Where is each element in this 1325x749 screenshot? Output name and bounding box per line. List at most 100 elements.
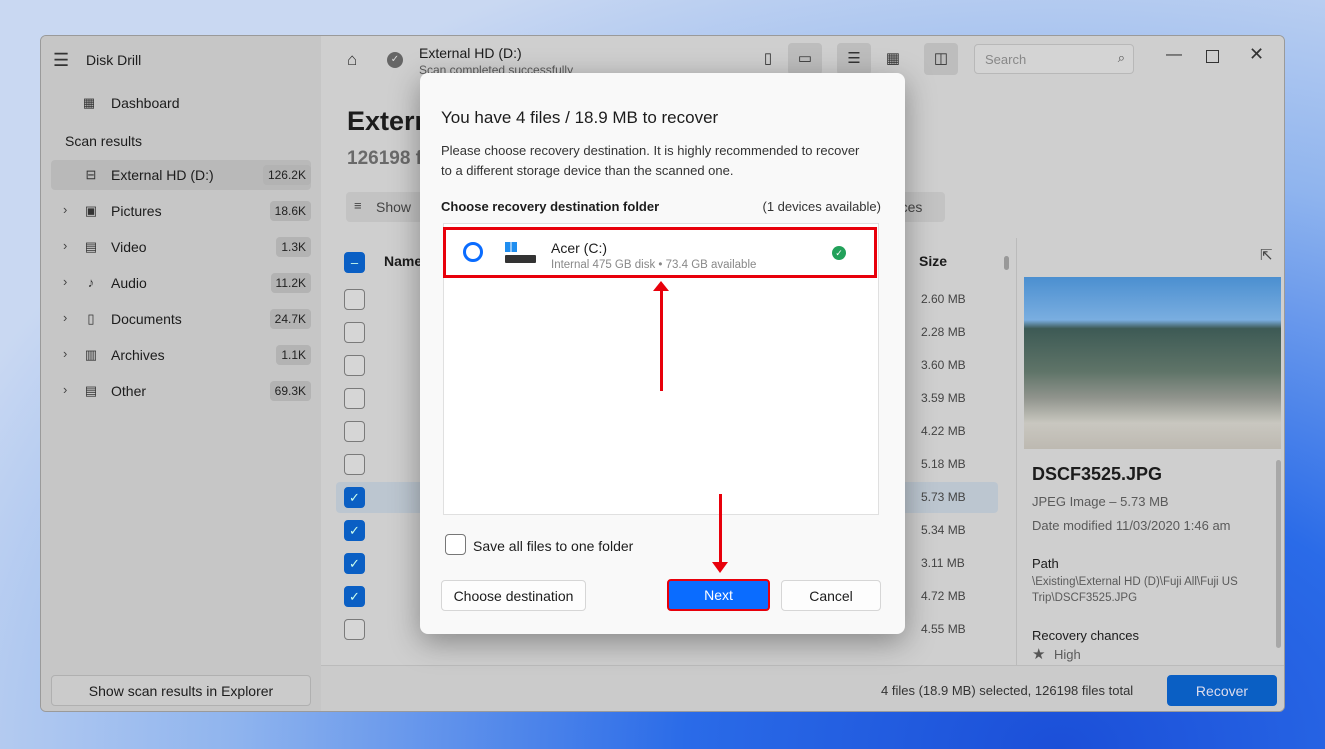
file-count: 126198 f: [347, 148, 423, 169]
row-checkbox[interactable]: [344, 355, 365, 376]
sidebar-item-pictures[interactable]: › ▣ Pictures 18.6K: [51, 196, 311, 226]
row-size: 5.34 MB: [921, 523, 966, 537]
chevron-right-icon[interactable]: ›: [63, 274, 67, 289]
arrow-down-icon: [712, 562, 728, 573]
preview-image: [1024, 277, 1281, 449]
preview-path: \Existing\External HD (D)\Fuji All\Fuji …: [1032, 576, 1238, 604]
row-size: 4.55 MB: [921, 622, 966, 636]
preview-panel-icon[interactable]: ◫: [924, 43, 958, 75]
preview-type: JPEG Image – 5.73 MB: [1032, 494, 1169, 509]
device-item-acer-c[interactable]: Acer (C:) Internal 475 GB disk • 73.4 GB…: [443, 227, 877, 278]
check-circle-icon: ✓: [387, 52, 403, 68]
drive-icon: ⊟: [85, 167, 97, 182]
sidebar-item-external-hd[interactable]: ⊟ External HD (D:) 126.2K: [51, 160, 311, 190]
film-icon: ▤: [84, 239, 98, 254]
search-input[interactable]: Search ⌕: [974, 44, 1134, 74]
row-size: 2.28 MB: [921, 325, 966, 339]
dialog-title: You have 4 files / 18.9 MB to recover: [441, 108, 719, 127]
column-size[interactable]: Size: [919, 253, 947, 269]
row-checkbox[interactable]: [344, 289, 365, 310]
search-icon: ⌕: [1117, 50, 1125, 65]
scrollbar[interactable]: [1004, 256, 1009, 270]
row-size: 3.60 MB: [921, 358, 966, 372]
home-icon[interactable]: ⌂: [347, 50, 357, 70]
choose-destination-button[interactable]: Choose destination: [441, 580, 586, 611]
sidebar-item-other[interactable]: › ▤ Other 69.3K: [51, 376, 311, 406]
select-all-checkbox[interactable]: –: [344, 252, 365, 273]
show-in-explorer-button[interactable]: Show scan results in Explorer: [51, 675, 311, 706]
sidebar-item-video[interactable]: › ▤ Video 1.3K: [51, 232, 311, 262]
recover-button[interactable]: Recover: [1167, 675, 1277, 706]
sidebar-item-documents[interactable]: › ▯ Documents 24.7K: [51, 304, 311, 334]
row-checkbox[interactable]: [344, 388, 365, 409]
list-view-icon[interactable]: ☰: [837, 43, 871, 75]
file-icon: ▤: [84, 383, 98, 398]
scan-results-heading: Scan results: [65, 133, 143, 149]
maximize-button[interactable]: [1206, 50, 1219, 63]
radio-button[interactable]: [463, 242, 483, 262]
music-icon: ♪: [87, 275, 95, 290]
row-checkbox[interactable]: ✓: [344, 586, 365, 607]
folder-view-icon[interactable]: ▭: [788, 43, 822, 75]
cancel-button[interactable]: Cancel: [781, 580, 881, 611]
sidebar: ☰ Disk Drill ▦ Dashboard Scan results ⊟ …: [41, 36, 321, 711]
column-name[interactable]: Name: [384, 253, 422, 269]
grid-icon: ▦: [82, 95, 96, 110]
dialog-description: Please choose recovery destination. It i…: [441, 143, 860, 178]
recovery-dialog: You have 4 files / 18.9 MB to recover Pl…: [420, 73, 905, 634]
row-checkbox[interactable]: ✓: [344, 487, 365, 508]
menu-icon[interactable]: ☰: [53, 50, 69, 71]
selection-status: 4 files (18.9 MB) selected, 126198 files…: [881, 683, 1134, 698]
row-checkbox[interactable]: ✓: [344, 553, 365, 574]
drive-name: External HD (D:): [419, 45, 522, 61]
star-icon: ★: [1032, 646, 1046, 663]
path-label: Path: [1032, 556, 1059, 571]
devices-count: (1 devices available): [762, 199, 881, 214]
preview-scrollbar[interactable]: [1276, 460, 1281, 648]
chevron-right-icon[interactable]: ›: [63, 346, 67, 361]
chevron-right-icon[interactable]: ›: [63, 382, 67, 397]
chances-label: Recovery chances: [1032, 628, 1139, 643]
sliders-icon: ≡: [354, 198, 362, 213]
save-one-folder-checkbox[interactable]: [445, 534, 466, 555]
arrow-up-icon: [653, 281, 669, 291]
arrow-annotation: [660, 285, 663, 391]
row-checkbox[interactable]: ✓: [344, 520, 365, 541]
grid-view-icon[interactable]: ▦: [876, 43, 910, 75]
device-info: Internal 475 GB disk • 73.4 GB available: [551, 259, 757, 271]
row-size: 5.73 MB: [921, 490, 966, 504]
chances-value: High: [1054, 647, 1081, 662]
close-button[interactable]: ✕: [1249, 44, 1264, 65]
chevron-right-icon[interactable]: ›: [63, 202, 67, 217]
windows-icon: [505, 242, 517, 252]
row-checkbox[interactable]: [344, 454, 365, 475]
preview-filename: DSCF3525.JPG: [1032, 464, 1163, 484]
destination-heading: Choose recovery destination folder: [441, 199, 660, 214]
chevron-right-icon[interactable]: ›: [63, 238, 67, 253]
app-title: Disk Drill: [86, 52, 142, 68]
preview-modified: Date modified 11/03/2020 1:46 am: [1032, 518, 1231, 533]
preview-panel: ⇱ DSCF3525.JPG JPEG Image – 5.73 MB Date…: [1016, 238, 1284, 668]
row-size: 3.59 MB: [921, 391, 966, 405]
sidebar-item-audio[interactable]: › ♪ Audio 11.2K: [51, 268, 311, 298]
row-size: 3.11 MB: [921, 556, 965, 570]
footer: 4 files (18.9 MB) selected, 126198 files…: [321, 665, 1284, 711]
row-checkbox[interactable]: [344, 619, 365, 640]
sidebar-item-archives[interactable]: › ▥ Archives 1.1K: [51, 340, 311, 370]
document-icon: ▯: [87, 311, 95, 326]
row-checkbox[interactable]: [344, 421, 365, 442]
next-button[interactable]: Next: [667, 579, 770, 611]
open-external-icon[interactable]: ⇱: [1260, 246, 1273, 264]
minimize-button[interactable]: —: [1166, 46, 1182, 64]
arrow-annotation: [719, 494, 722, 564]
chevron-right-icon[interactable]: ›: [63, 310, 67, 325]
row-checkbox[interactable]: [344, 322, 365, 343]
check-icon: ✓: [832, 246, 846, 260]
save-one-folder-label[interactable]: Save all files to one folder: [473, 538, 633, 554]
sidebar-item-dashboard[interactable]: ▦ Dashboard: [51, 88, 311, 118]
file-view-icon[interactable]: ▯: [751, 43, 785, 75]
row-size: 5.18 MB: [921, 457, 966, 471]
row-size: 4.22 MB: [921, 424, 966, 438]
row-size: 4.72 MB: [921, 589, 966, 603]
archive-icon: ▥: [84, 347, 98, 362]
